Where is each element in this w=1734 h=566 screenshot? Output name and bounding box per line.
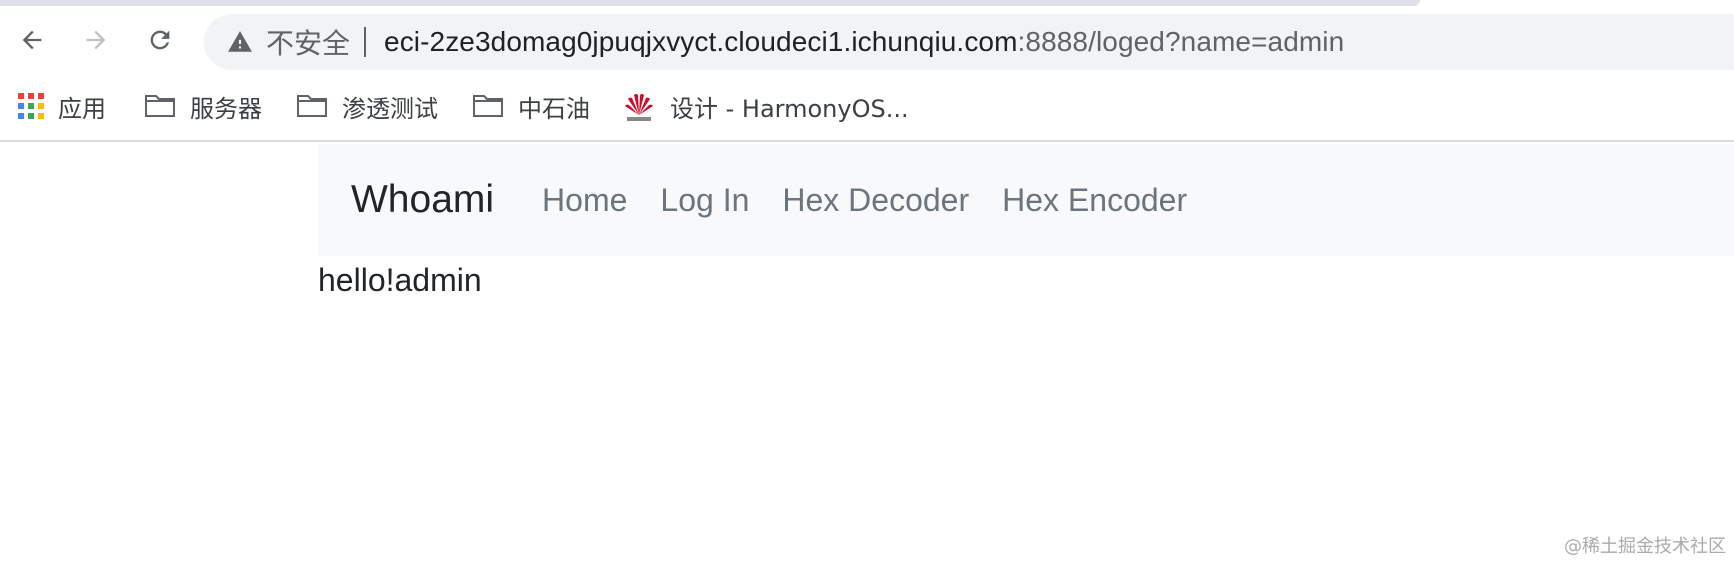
browser-toolbar: 不安全 eci-2ze3domag0jpuqjxvyct.cloudeci1.i…	[0, 8, 1734, 76]
site-navbar: Whoami Home Log In Hex Decoder Hex Encod…	[318, 144, 1734, 256]
active-tab-edge[interactable]	[0, 0, 1420, 6]
bookmark-folder-petrochina[interactable]: 中石油	[472, 86, 590, 126]
page-viewport: Whoami Home Log In Hex Decoder Hex Encod…	[0, 144, 1734, 566]
tab-strip	[0, 0, 1734, 8]
reload-button[interactable]	[142, 22, 178, 58]
bookmark-label: 应用	[58, 94, 106, 123]
nav-link-hex-encoder[interactable]: Hex Encoder	[1002, 182, 1187, 219]
bookmark-label: 服务器	[190, 94, 262, 123]
huawei-logo-icon	[625, 94, 653, 121]
bookmark-harmonyos[interactable]: 设计 - HarmonyOS...	[622, 86, 909, 126]
greeting-text: hello!admin	[318, 262, 482, 298]
url-text[interactable]: eci-2ze3domag0jpuqjxvyct.cloudeci1.ichun…	[384, 26, 1344, 58]
bookmark-label: 渗透测试	[342, 94, 438, 123]
forward-button[interactable]	[78, 22, 114, 58]
watermark-text: @稀土掘金技术社区	[1564, 536, 1726, 557]
folder-icon	[473, 95, 503, 117]
navbar-links: Home Log In Hex Decoder Hex Encoder	[542, 182, 1220, 219]
forward-arrow-icon	[86, 30, 106, 50]
url-path: :8888/loged?name=admin	[1017, 26, 1345, 57]
bookmark-folder-servers[interactable]: 服务器	[144, 86, 262, 126]
url-host: eci-2ze3domag0jpuqjxvyct.cloudeci1.ichun…	[384, 26, 1018, 57]
navbar-brand[interactable]: Whoami	[351, 178, 494, 222]
bookmarks-bar: 应用 服务器 渗透测试 中石油 设计 - HarmonyOS...	[0, 76, 1734, 142]
security-status-label[interactable]: 不安全	[266, 22, 350, 62]
nav-link-home[interactable]: Home	[542, 182, 627, 219]
reload-icon	[150, 30, 170, 50]
nav-link-login[interactable]: Log In	[660, 182, 749, 219]
back-arrow-icon	[22, 30, 42, 50]
bookmark-label: 设计 - HarmonyOS...	[670, 94, 909, 123]
bookmark-folder-pentest[interactable]: 渗透测试	[296, 86, 438, 126]
bookmark-label: 中石油	[518, 94, 590, 123]
bookmark-apps[interactable]: 应用	[18, 86, 106, 126]
address-bar[interactable]: 不安全 eci-2ze3domag0jpuqjxvyct.cloudeci1.i…	[204, 14, 1734, 70]
folder-icon	[145, 95, 175, 117]
nav-link-hex-decoder[interactable]: Hex Decoder	[782, 182, 969, 219]
warning-triangle-icon[interactable]	[226, 28, 254, 56]
omnibox-divider	[364, 27, 367, 57]
back-button[interactable]	[14, 22, 50, 58]
folder-icon	[297, 95, 327, 117]
apps-grid-icon	[18, 93, 44, 119]
